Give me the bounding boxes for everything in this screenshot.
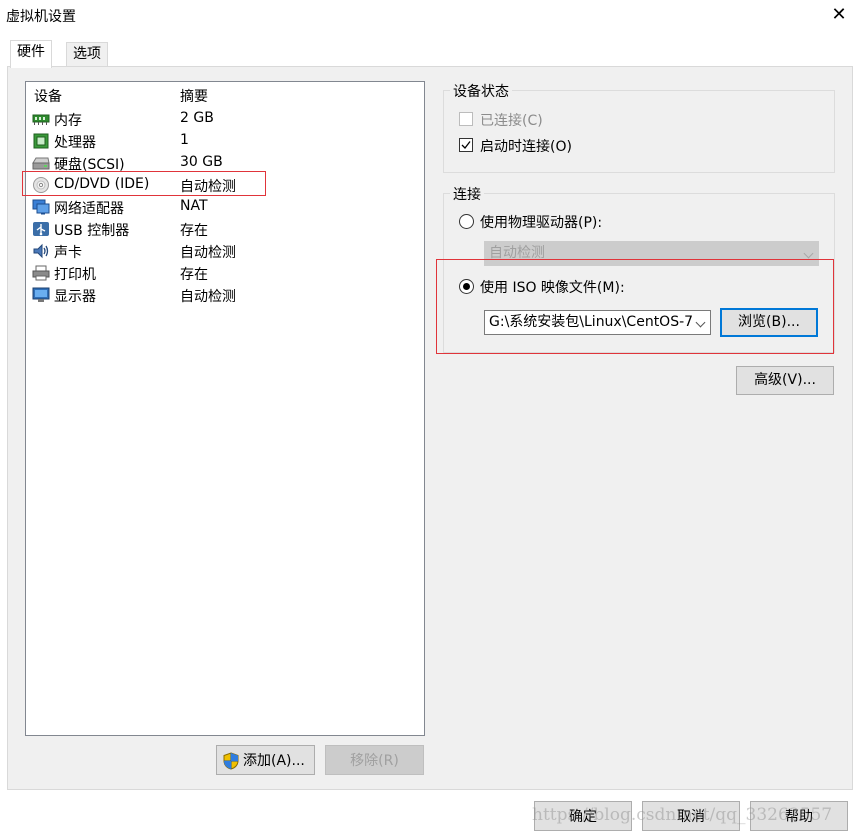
list-item-sound-card[interactable]: 声卡 自动检测 [30, 240, 422, 262]
device-name: USB 控制器 [54, 223, 130, 239]
add-button-label: 添加(A)... [243, 753, 305, 769]
remove-button[interactable]: 移除(R) [325, 745, 424, 775]
list-item-network-adapter[interactable]: 网络适配器 NAT [30, 196, 422, 218]
close-icon[interactable]: ✕ [826, 2, 852, 28]
title-bar [0, 0, 860, 32]
printer-icon [32, 265, 50, 281]
device-summary: 存在 [180, 223, 208, 239]
physical-drive-radio[interactable] [459, 214, 474, 229]
highlight-box-iso [436, 259, 834, 354]
device-name: 显示器 [54, 289, 96, 305]
connected-label: 已连接(C) [480, 113, 543, 129]
cancel-button[interactable]: 取消 [642, 801, 740, 831]
connect-at-power-on-label: 启动时连接(O) [480, 139, 572, 155]
column-header-summary[interactable]: 摘要 [180, 86, 208, 106]
device-summary: 2 GB [180, 110, 214, 126]
list-item-usb-controller[interactable]: USB 控制器 存在 [30, 218, 422, 240]
list-item-processor[interactable]: 处理器 1 [30, 130, 422, 152]
harddisk-icon [32, 157, 50, 170]
connected-checkbox[interactable] [459, 112, 473, 126]
memory-icon [32, 114, 50, 125]
device-summary: 30 GB [180, 154, 223, 170]
device-summary: 自动检测 [180, 289, 236, 305]
device-summary: NAT [180, 198, 208, 214]
device-name: 内存 [54, 113, 82, 129]
usb-icon [33, 222, 49, 236]
ok-button[interactable]: 确定 [534, 801, 632, 831]
column-header-device[interactable]: 设备 [34, 86, 62, 106]
device-name: 网络适配器 [54, 201, 124, 217]
list-item-display[interactable]: 显示器 自动检测 [30, 284, 422, 306]
physical-drive-label: 使用物理驱动器(P): [480, 215, 603, 231]
display-icon [32, 287, 50, 302]
device-summary: 1 [180, 132, 189, 148]
list-item-memory[interactable]: 内存 2 GB [30, 108, 422, 130]
highlight-box-cd-dvd [22, 171, 266, 196]
device-name: 声卡 [54, 245, 82, 261]
chevron-down-icon [803, 248, 814, 259]
add-button[interactable]: 添加(A)... [216, 745, 315, 775]
processor-icon [33, 133, 49, 149]
device-status-label: 设备状态 [450, 81, 512, 101]
advanced-button[interactable]: 高级(V)... [736, 366, 834, 395]
device-name: 打印机 [54, 267, 96, 283]
shield-icon [223, 752, 239, 770]
device-summary: 存在 [180, 267, 208, 283]
network-adapter-icon [32, 199, 50, 215]
tab-hardware[interactable]: 硬件 [10, 40, 52, 68]
connect-at-power-on-checkbox[interactable] [459, 138, 473, 152]
help-button[interactable]: 帮助 [750, 801, 848, 831]
device-summary: 自动检测 [180, 245, 236, 261]
list-item-printer[interactable]: 打印机 存在 [30, 262, 422, 284]
connection-label: 连接 [450, 184, 484, 204]
checkmark-icon [461, 141, 471, 149]
device-name: 处理器 [54, 135, 96, 151]
sound-card-icon [33, 243, 49, 259]
tab-options[interactable]: 选项 [66, 42, 108, 67]
window-title: 虚拟机设置 [6, 9, 76, 25]
device-status-group [443, 90, 835, 173]
